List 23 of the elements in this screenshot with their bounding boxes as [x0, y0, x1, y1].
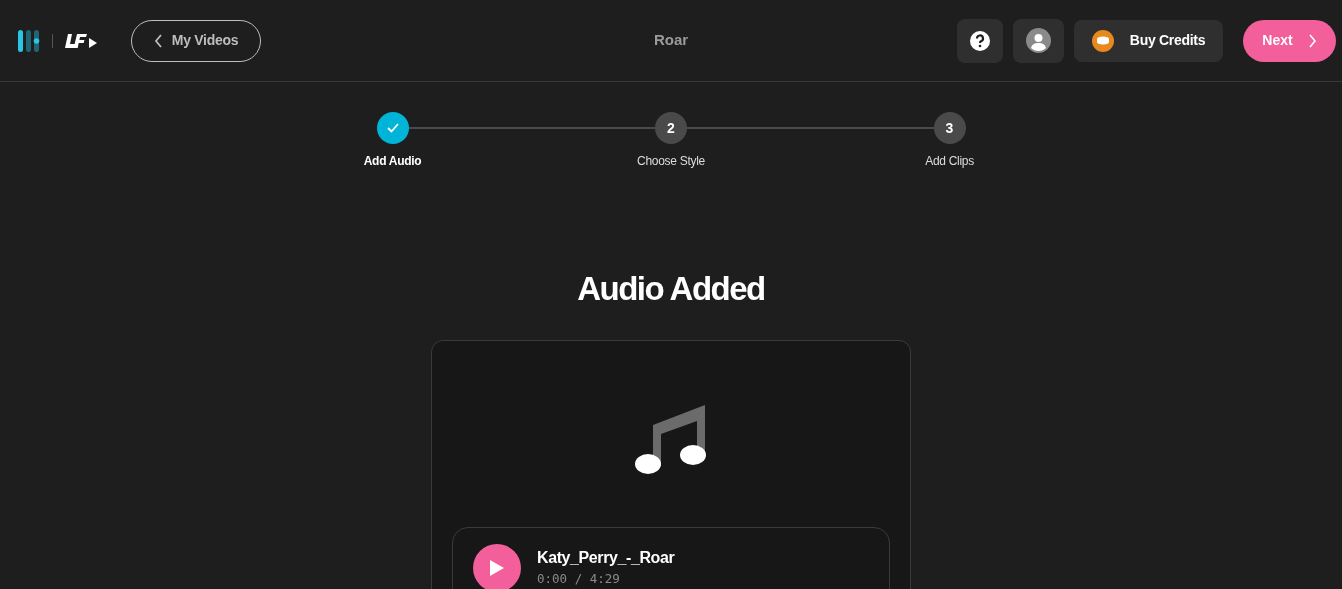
lf-logo-icon — [65, 33, 97, 48]
logo-icon — [18, 29, 40, 52]
step-label: Add Audio — [363, 153, 422, 170]
help-icon — [970, 30, 990, 51]
play-icon — [489, 558, 505, 577]
project-title: Roar — [653, 30, 689, 51]
coin-icon — [1091, 29, 1114, 52]
profile-button[interactable] — [1013, 18, 1064, 63]
chevron-left-icon — [153, 33, 164, 48]
music-note-icon — [635, 404, 707, 475]
audio-time: 0:00 / 4:29 — [537, 570, 621, 589]
check-icon — [385, 122, 400, 134]
step-label: Add Clips — [925, 153, 974, 170]
step-indicator: 3 — [933, 112, 966, 144]
page-heading: Audio Added — [577, 269, 765, 309]
buy-credits-button[interactable]: Buy Credits — [1074, 19, 1223, 62]
chevron-right-icon — [1308, 33, 1317, 48]
audio-file-name: Katy_Perry_-_Roar — [537, 548, 675, 569]
help-button[interactable] — [957, 18, 1003, 63]
step-label: Choose Style — [637, 153, 705, 170]
step-indicator: 2 — [655, 112, 687, 144]
play-button[interactable] — [473, 543, 521, 589]
avatar-icon — [1026, 28, 1051, 53]
